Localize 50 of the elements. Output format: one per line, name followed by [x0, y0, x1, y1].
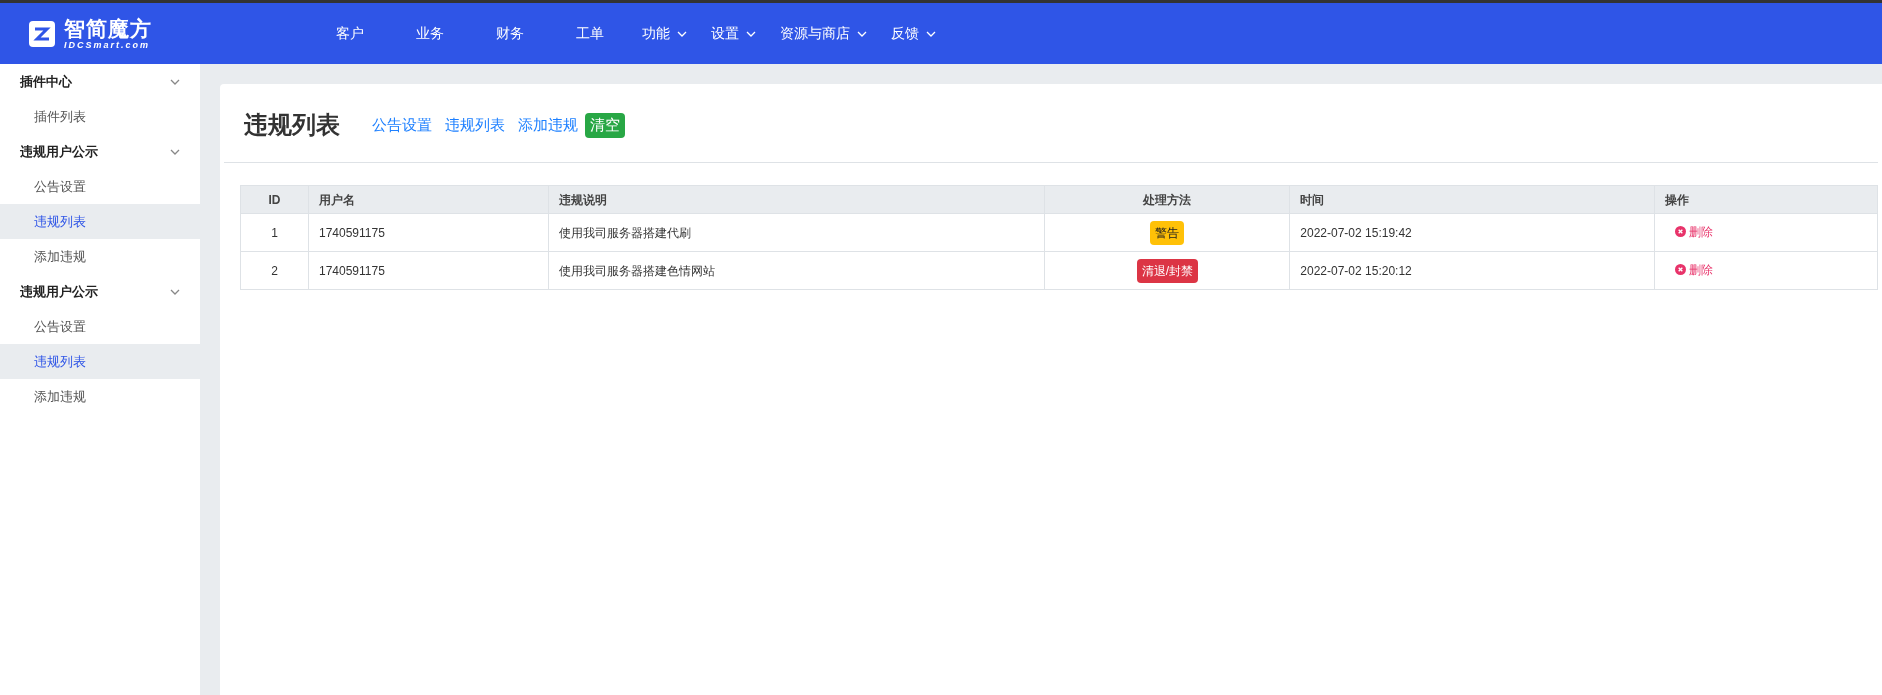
column-header: 操作 [1654, 185, 1878, 214]
sidebar-item[interactable]: 违规列表 [0, 204, 200, 239]
sidebar-group[interactable]: 违规用户公示 [0, 134, 200, 169]
logo-icon [28, 19, 56, 48]
sidebar-item[interactable]: 违规列表 [0, 344, 200, 379]
chevron-down-icon [746, 30, 756, 37]
close-icon [1675, 226, 1687, 238]
table-cell: 使用我司服务器搭建色情网站 [548, 251, 1045, 290]
sidebar-group[interactable]: 插件中心 [0, 64, 200, 99]
delete-link[interactable]: 删除 [1675, 260, 1714, 279]
tab-link[interactable]: 违规列表 [445, 113, 505, 137]
sidebar-item[interactable]: 添加违规 [0, 239, 200, 274]
table-cell: 2 [240, 251, 309, 290]
tab-link[interactable]: 添加违规 [518, 113, 578, 137]
nav-item[interactable]: 业务 [390, 3, 470, 64]
table-cell: 使用我司服务器搭建代刷 [548, 213, 1045, 252]
column-header: 用户名 [308, 185, 549, 214]
sidebar-item[interactable]: 公告设置 [0, 309, 200, 344]
sidebar-item[interactable]: 公告设置 [0, 169, 200, 204]
status-badge: 清退/封禁 [1136, 258, 1199, 283]
logo-subtitle: IDCSmart.com [64, 40, 151, 50]
logo-name: 智简魔方 [64, 17, 153, 39]
column-header: 违规说明 [548, 185, 1045, 214]
table-cell: 2022-07-02 15:19:42 [1289, 213, 1655, 252]
column-header: 时间 [1289, 185, 1655, 214]
table-cell: 1740591175 [308, 251, 549, 290]
column-header: ID [240, 185, 309, 214]
chevron-down-icon [926, 30, 936, 37]
status-badge: 警告 [1150, 220, 1185, 245]
nav-item[interactable]: 功能 [630, 3, 699, 64]
sidebar-item[interactable]: 添加违规 [0, 379, 200, 414]
sidebar-group[interactable]: 违规用户公示 [0, 274, 200, 309]
tab-link[interactable]: 公告设置 [372, 113, 432, 137]
column-header: 处理方法 [1045, 185, 1290, 214]
nav-item[interactable]: 资源与商店 [768, 3, 879, 64]
chevron-down-icon [857, 30, 867, 37]
nav-item[interactable]: 设置 [699, 3, 768, 64]
clear-button[interactable]: 清空 [585, 112, 625, 138]
nav-item[interactable]: 财务 [470, 3, 550, 64]
close-icon [1675, 264, 1687, 276]
sidebar-item[interactable]: 插件列表 [0, 99, 200, 134]
table-cell: 1 [240, 213, 309, 252]
nav-item[interactable]: 反馈 [879, 3, 948, 64]
nav-item[interactable]: 客户 [310, 3, 390, 64]
delete-link[interactable]: 删除 [1675, 222, 1714, 241]
chevron-down-icon [677, 30, 687, 37]
table-cell: 1740591175 [308, 213, 549, 252]
table-cell: 2022-07-02 15:20:12 [1289, 251, 1655, 290]
nav-item[interactable]: 工单 [550, 3, 630, 64]
page-title: 违规列表 [244, 110, 340, 140]
